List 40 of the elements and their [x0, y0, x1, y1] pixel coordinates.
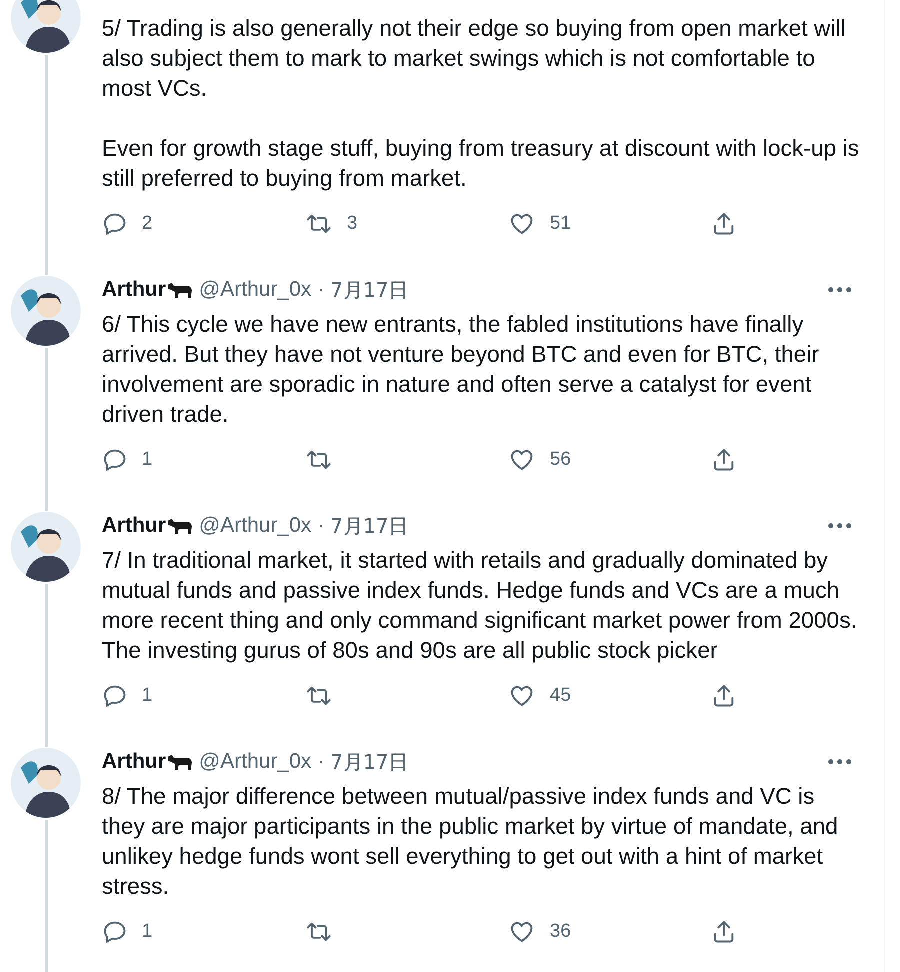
- reply-count: 1: [142, 448, 153, 472]
- tweet-date[interactable]: 7月17日: [330, 511, 409, 541]
- retweet-count: 3: [347, 212, 358, 236]
- like-count: 36: [550, 920, 572, 944]
- author-handle[interactable]: @Arthur_0x: [199, 510, 312, 542]
- reply-icon[interactable]: [102, 919, 128, 945]
- reply-count: 1: [142, 684, 153, 708]
- tweet-text: 5/ Trading is also generally not their edge so buying from open market will also subject them to mark to market swings which is not comfortable to most VCs.: [102, 14, 847, 103]
- reply-icon[interactable]: [102, 447, 128, 473]
- like-count: 51: [550, 212, 572, 236]
- avatar[interactable]: [11, 512, 81, 582]
- author-name[interactable]: Arthur: [102, 510, 166, 542]
- more-icon[interactable]: [828, 287, 852, 293]
- avatar[interactable]: [11, 276, 81, 346]
- separator: ·: [318, 277, 325, 304]
- reply-count: 1: [142, 920, 153, 944]
- tweet-text: 6/ This cycle we have new entrants, the fabled institutions have finally arrived. But they have not venture beyond BTC and even for BTC, their involvement are sporadic in nature and often serve a catalyst for event driven trade.: [102, 310, 820, 429]
- separator: ·: [318, 513, 325, 540]
- tweet-date[interactable]: 7月17日: [330, 747, 409, 777]
- author-handle[interactable]: @Arthur_0x: [199, 274, 312, 306]
- reply-icon[interactable]: [102, 211, 128, 237]
- tweet-text: 8/ The major difference between mutual/passive index funds and VC is they are major participants in the public market by virtue of mandate, and unlikey hedge funds wont sell everything to get out with a hint of market stress.: [102, 782, 840, 901]
- author-name[interactable]: Arthur: [102, 746, 166, 778]
- author-name[interactable]: Arthur: [102, 274, 166, 306]
- avatar[interactable]: [11, 0, 81, 53]
- ox-icon: [167, 753, 194, 771]
- tweet-text: 7/ In traditional market, it started with retails and gradually dominated by mutual funds and passive index funds. Hedge funds and VCs are a much more recent thing and only command significant market power from 2000s. The investing gurus of 80s and 90s are all public stock picker: [102, 546, 858, 665]
- more-icon[interactable]: [828, 523, 852, 529]
- more-icon[interactable]: [828, 759, 852, 765]
- tweet-text: Even for growth stage stuff, buying from treasury at discount with lock-up is still preferred to buying from market.: [102, 134, 860, 193]
- reply-icon[interactable]: [102, 683, 128, 709]
- ox-icon: [167, 281, 194, 299]
- avatar[interactable]: [11, 748, 81, 818]
- reply-count: 2: [142, 212, 153, 236]
- tweet-date[interactable]: 7月17日: [330, 275, 409, 305]
- like-count: 56: [550, 448, 572, 472]
- separator: ·: [318, 749, 325, 776]
- ox-icon: [167, 517, 194, 535]
- author-handle[interactable]: @Arthur_0x: [199, 746, 312, 778]
- like-count: 45: [550, 684, 572, 708]
